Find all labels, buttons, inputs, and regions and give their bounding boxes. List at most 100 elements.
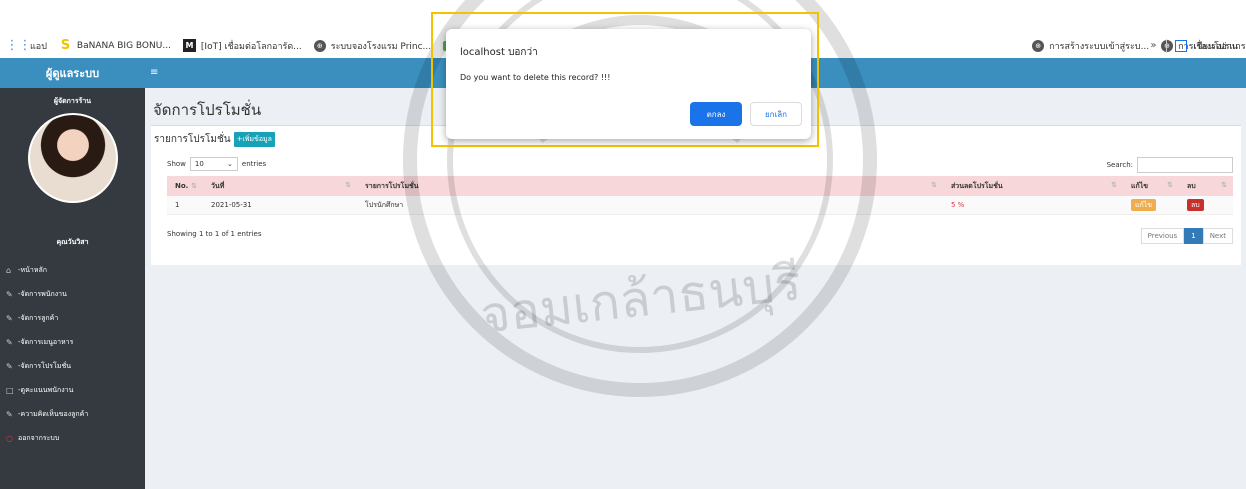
square-icon: □ — [6, 385, 14, 395]
column-header-edit[interactable]: แก้ไข ⇅ — [1123, 181, 1179, 192]
bookmark-label: [IoT] เชื่อมต่อโลกอารัด... — [200, 41, 302, 52]
table-info: Showing 1 to 1 of 1 entries — [167, 230, 262, 238]
edit-icon: ✎ — [6, 361, 13, 371]
search-label: Search: — [1106, 161, 1133, 169]
more-bookmarks-icon[interactable]: » — [1150, 40, 1156, 51]
bookmark-login-system[interactable]: ⊕ การสร้างระบบเข้าสู่ระบ... — [1032, 39, 1149, 53]
sidebar-item-label: -หน้าหลัก — [18, 265, 47, 274]
sidebar-item-label: -ความคิดเห็นของลูกค้า — [18, 409, 89, 418]
edit-icon: ✎ — [6, 313, 13, 323]
cell-discount: 5 % — [951, 201, 965, 209]
confirm-dialog: localhost บอกว่า Do you want to delete t… — [446, 29, 811, 139]
cancel-button[interactable]: ยกเลิก — [750, 102, 802, 126]
add-record-button[interactable]: +เพิ่มข้อมูล — [233, 132, 275, 147]
cell-promotion: โปรนักศึกษา — [365, 200, 404, 209]
column-label: วันที่ — [211, 181, 225, 190]
sidebar-item-employee-scores[interactable]: □ -ดูคะแนนพนักงาน — [0, 378, 145, 402]
sidebar-item-label: -จัดการโปรโมชั่น — [18, 361, 71, 370]
bookmarks-right: » เรื่องรออ่าน — [1150, 33, 1238, 58]
next-page-button[interactable]: Next — [1202, 228, 1233, 244]
sidebar-item-food-menu[interactable]: ✎ -จัดการเมนูอาหาร — [0, 330, 145, 354]
edit-icon: ✎ — [6, 337, 13, 347]
entries-label: entries — [241, 160, 267, 168]
column-header-delete[interactable]: ลบ ⇅ — [1179, 181, 1233, 192]
ok-button[interactable]: ตกลง — [690, 102, 742, 126]
card-title-text: รายการโปรโมชั่น — [154, 134, 231, 145]
column-label: ลบ — [1187, 181, 1196, 190]
user-name: คุณวันวิสา — [56, 238, 89, 246]
reading-list-label[interactable]: เรื่องรออ่าน — [1193, 39, 1238, 53]
column-label: No. — [175, 182, 189, 190]
user-role: ผู้จัดการร้าน — [53, 97, 92, 105]
bookmark-iot[interactable]: M [IoT] เชื่อมต่อโลกอารัด... — [182, 39, 302, 53]
bookmark-hotel[interactable]: ⊕ ระบบจองโรงแรม Princ... — [313, 39, 432, 53]
sidebar-item-promotions[interactable]: ✎ -จัดการโปรโมชั่น — [0, 354, 145, 378]
banana-logo-icon: S — [60, 38, 71, 53]
column-label: ส่วนลดโปรโมชั่น — [951, 181, 1003, 190]
menu-toggle-icon[interactable]: ≡ — [150, 67, 158, 78]
sort-icon: ⇅ — [1111, 180, 1117, 189]
pagination: Previous 1 Next — [1140, 228, 1233, 244]
globe-icon: ⊕ — [1032, 39, 1045, 52]
promotions-table: No. ⇅ วันที่ ⇅ รายการโปรโมชั่น ⇅ ส่วนลดโปรโ… — [167, 176, 1233, 215]
home-icon: ⌂ — [6, 265, 12, 275]
card-title: รายการโปรโมชั่น +เพิ่มข้อมูล — [154, 132, 275, 147]
column-label: แก้ไข — [1131, 181, 1149, 190]
sort-icon: ⇅ — [345, 180, 351, 189]
page-length-select[interactable]: 10 ⌄ — [189, 157, 238, 171]
divider — [1166, 38, 1168, 53]
edit-icon: ✎ — [6, 289, 13, 299]
sidebar-item-employees[interactable]: ✎ -จัดการพนักงาน — [0, 282, 145, 306]
column-header-promotion[interactable]: รายการโปรโมชั่น ⇅ — [357, 181, 943, 192]
logout-circle-icon: ○ — [6, 433, 13, 443]
page-1-button[interactable]: 1 — [1184, 228, 1203, 244]
sidebar-item-label: -ดูคะแนนพนักงาน — [18, 385, 74, 394]
search-control: Search: — [1107, 157, 1233, 173]
delete-button[interactable]: ลบ — [1187, 198, 1204, 211]
sort-icon: ⇅ — [1221, 180, 1227, 189]
sidebar-item-label: -จัดการเมนูอาหาร — [18, 337, 74, 346]
dialog-title: localhost บอกว่า — [460, 47, 538, 58]
page-length-value: 10 — [194, 160, 204, 168]
page-title: จัดการโปรโมชั่น — [153, 101, 262, 119]
bookmark-banana[interactable]: S BaNANA BIG BONU... — [59, 38, 171, 53]
dialog-highlight-frame: localhost บอกว่า Do you want to delete t… — [431, 12, 819, 147]
table-header: No. ⇅ วันที่ ⇅ รายการโปรโมชั่น ⇅ ส่วนลดโปรโ… — [167, 176, 1233, 196]
table-row: 1 2021-05-31 โปรนักศึกษา 5 % แก้ไข ลบ — [167, 196, 1233, 215]
chevron-down-icon: ⌄ — [227, 160, 233, 168]
cell-no: 1 — [175, 201, 180, 209]
sidebar-item-label: -จัดการลูกค้า — [18, 313, 59, 322]
column-header-no[interactable]: No. ⇅ — [167, 182, 203, 190]
bookmark-label: แอป — [30, 41, 47, 52]
sidebar-item-logout[interactable]: ○ ออกจากระบบ — [0, 426, 145, 450]
sort-icon: ⇅ — [1167, 180, 1173, 189]
apps-grid-icon: ⋮⋮ — [5, 38, 32, 53]
cell-date: 2021-05-31 — [211, 201, 252, 209]
sort-icon: ⇅ — [931, 180, 937, 189]
sidebar-menu: ⌂ -หน้าหลัก ✎ -จัดการพนักงาน ✎ -จัดการลู… — [0, 258, 145, 450]
search-input[interactable] — [1137, 157, 1233, 173]
previous-page-button[interactable]: Previous — [1140, 228, 1185, 244]
edit-button[interactable]: แก้ไข — [1131, 198, 1157, 211]
sidebar-brand[interactable]: ผู้ดูแลระบบ — [0, 58, 145, 88]
column-header-discount[interactable]: ส่วนลดโปรโมชั่น ⇅ — [943, 181, 1123, 192]
sidebar-item-feedback[interactable]: ✎ -ความคิดเห็นของลูกค้า — [0, 402, 145, 426]
reading-list-icon[interactable] — [1175, 39, 1188, 52]
globe-icon: ⊕ — [313, 39, 326, 52]
bookmark-label: การสร้างระบบเข้าสู่ระบ... — [1049, 41, 1150, 52]
bookmark-label: BaNANA BIG BONU... — [76, 40, 171, 51]
sidebar: ผู้ดูแลระบบ ผู้จัดการร้าน คุณวันวิสา ⌂ -… — [0, 58, 145, 489]
page-length-control: Show 10 ⌄ entries — [167, 157, 266, 171]
cell-edit: แก้ไข — [1123, 198, 1179, 211]
medium-m-icon: M — [182, 39, 196, 52]
sidebar-item-customers[interactable]: ✎ -จัดการลูกค้า — [0, 306, 145, 330]
column-header-date[interactable]: วันที่ ⇅ — [203, 181, 357, 192]
sidebar-item-home[interactable]: ⌂ -หน้าหลัก — [0, 258, 145, 282]
avatar — [27, 113, 118, 203]
bookmark-apps[interactable]: ⋮⋮ แอป — [5, 38, 47, 53]
cell-delete: ลบ — [1179, 198, 1233, 211]
dialog-message: Do you want to delete this record? !!! — [460, 73, 611, 82]
bookmark-label: ระบบจองโรงแรม Princ... — [330, 41, 432, 52]
main-content: จัดการโปรโมชั่น รายการโปรโมชั่น +เพิ่มข้… — [145, 88, 1246, 489]
sidebar-item-label: -จัดการพนักงาน — [18, 289, 67, 298]
